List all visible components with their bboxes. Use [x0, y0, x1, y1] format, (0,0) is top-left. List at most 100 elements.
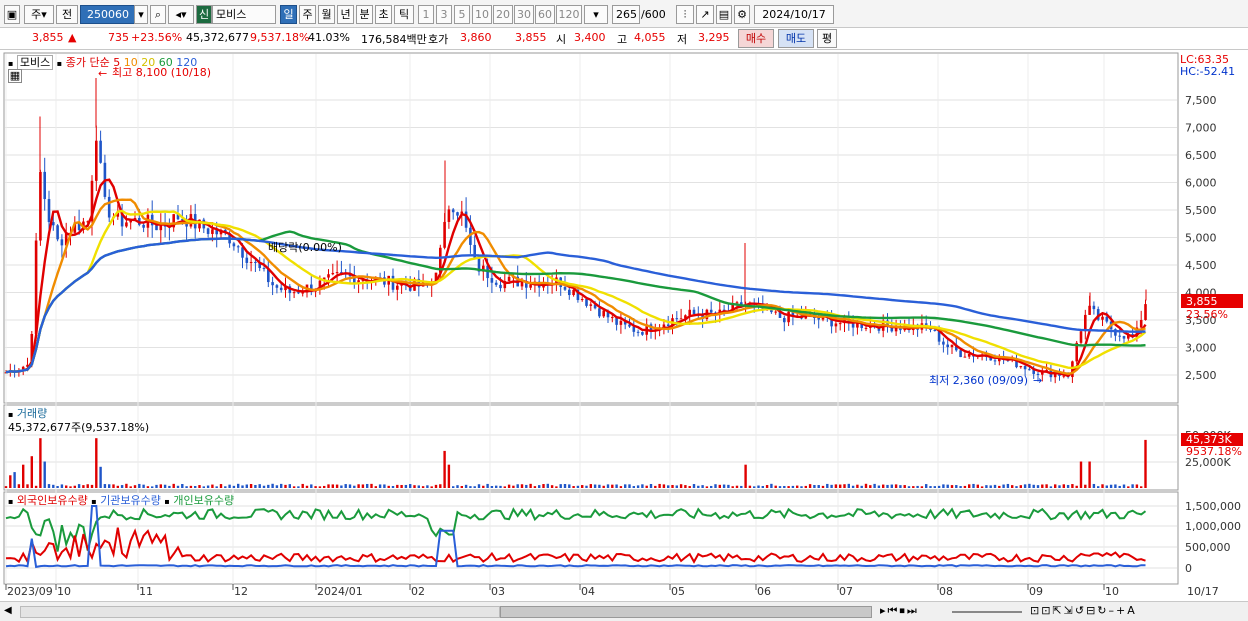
interval-3[interactable]: 3: [436, 5, 452, 24]
market-select[interactable]: 주▾: [24, 5, 54, 24]
volume-bar: [641, 484, 644, 488]
legend-individual[interactable]: 개인보유수량: [173, 494, 234, 507]
volume-bar: [1092, 483, 1096, 488]
volume-bar: [1140, 486, 1143, 488]
table-icon[interactable]: ▦: [8, 69, 22, 83]
holdings-tick-label: 1,000,000: [1185, 520, 1241, 533]
candle-body: [946, 344, 949, 348]
trade-amount: 176,584백만: [361, 33, 427, 46]
volume-bar: [1002, 484, 1005, 488]
candle-body: [589, 304, 593, 306]
volume-bar: [387, 485, 390, 488]
sell-button[interactable]: 매도: [778, 29, 814, 48]
volume-bar: [108, 484, 111, 488]
interval-10[interactable]: 10: [472, 5, 492, 24]
interval-1[interactable]: 1: [418, 5, 434, 24]
x-tick-label: 03: [491, 585, 505, 598]
legend-ma10[interactable]: 10: [124, 56, 138, 69]
volume-bar: [370, 483, 373, 488]
legend-foreign[interactable]: 외국인보유수량: [17, 494, 88, 507]
legend-institution[interactable]: 기관보유수량: [100, 494, 161, 507]
period-month[interactable]: 월: [318, 5, 335, 24]
date-input[interactable]: 2024/10/17: [754, 5, 834, 24]
scroll-thumb[interactable]: [500, 606, 872, 618]
eval-button[interactable]: 평: [817, 29, 837, 48]
holdings-bullet-icon-1: ▪: [8, 497, 14, 506]
tool-icons[interactable]: ⊡⊡⇱⇲↺⊟↻–+A: [1030, 604, 1137, 617]
volume-bar: [710, 485, 713, 488]
volume-bar: [417, 485, 420, 488]
buy-button[interactable]: 매수: [738, 29, 774, 48]
interval-dropdown[interactable]: ▾: [584, 5, 608, 24]
legend-ma60[interactable]: 60: [159, 56, 173, 69]
period-day[interactable]: 일: [280, 5, 297, 24]
search-icon[interactable]: ⌕: [150, 5, 166, 24]
period-minute[interactable]: 분: [356, 5, 373, 24]
save-icon[interactable]: ▤: [716, 5, 732, 24]
prev-button[interactable]: 전: [56, 5, 78, 24]
volume-bar: [120, 485, 124, 488]
interval-20[interactable]: 20: [493, 5, 513, 24]
volume-bar: [628, 484, 631, 488]
legend-ma120[interactable]: 120: [176, 56, 197, 69]
stock-chart-svg[interactable]: 7,5007,0006,5006,0005,5005,0004,5004,000…: [0, 50, 1248, 601]
candle-icon[interactable]: ⫶: [676, 5, 694, 24]
candle-body: [1105, 316, 1109, 322]
volume-bar: [17, 484, 21, 488]
interval-30[interactable]: 30: [514, 5, 534, 24]
candle-body: [271, 282, 274, 286]
price-tick-label: 6,000: [1185, 177, 1217, 190]
volume-bar: [533, 486, 537, 488]
playback-icons[interactable]: ▸⏮⏹⏭: [880, 604, 919, 618]
volume-bar: [1075, 485, 1078, 488]
volume-bar: [873, 483, 876, 488]
price-panel-frame: [3, 52, 1179, 404]
volume-bar: [73, 485, 76, 488]
volume-bar: [116, 485, 119, 488]
interval-60[interactable]: 60: [535, 5, 555, 24]
holdings-bullet-icon-2: ▪: [91, 497, 97, 506]
candle-body: [950, 344, 954, 348]
interval-120[interactable]: 120: [556, 5, 582, 24]
layout-icon[interactable]: ▣: [4, 5, 20, 24]
panel-bullet-icon-2: ▪: [56, 59, 63, 68]
candle-body: [1084, 314, 1087, 332]
interval-5[interactable]: 5: [454, 5, 470, 24]
price-name-label[interactable]: 모비스: [16, 55, 54, 70]
zoom-slider[interactable]: [952, 611, 1022, 613]
code-dropdown-icon[interactable]: ▾: [134, 5, 148, 24]
volume-bar: [1054, 484, 1057, 488]
volume-bar: [486, 483, 489, 488]
volume-bar: [624, 484, 627, 488]
period-second[interactable]: 초: [375, 5, 392, 24]
candle-body: [774, 311, 777, 313]
draw-icon[interactable]: ↗: [696, 5, 714, 24]
count-input[interactable]: 265: [612, 5, 640, 24]
candle-body: [963, 356, 967, 358]
volume-bar: [727, 484, 730, 488]
price-tick-label: 3,000: [1185, 342, 1217, 355]
volume-bar: [585, 485, 588, 488]
legend-ma20[interactable]: 20: [141, 56, 155, 69]
volume-bar: [146, 486, 150, 488]
volume-bar: [555, 486, 558, 488]
volume-bar: [344, 484, 347, 488]
period-tick[interactable]: 틱: [394, 5, 414, 24]
scroll-track[interactable]: [20, 606, 500, 618]
candle-body: [520, 281, 524, 287]
y-axis-ticks: 7,5007,0006,5006,0005,5005,0004,5004,000…: [1185, 94, 1241, 575]
volume-bar: [705, 486, 709, 488]
volume-bar: [538, 485, 541, 488]
code-input[interactable]: 250060: [80, 5, 136, 24]
chart-area[interactable]: 7,500 7,000 6,500 6,000 5,500 5,000 4,500 4,000…: [0, 50, 1248, 621]
period-year[interactable]: 년: [337, 5, 354, 24]
gear-icon[interactable]: ⚙: [734, 5, 750, 24]
legend-ma5[interactable]: 5: [113, 56, 120, 69]
volume-bar: [1058, 485, 1061, 488]
period-week[interactable]: 주: [299, 5, 316, 24]
speaker-icon[interactable]: ◂▾: [168, 5, 194, 24]
volume-bar: [800, 486, 803, 488]
volume-bar: [864, 483, 868, 488]
legend-prefix[interactable]: 종가 단순: [66, 56, 110, 69]
scroll-left-icon[interactable]: ◀: [4, 605, 12, 616]
